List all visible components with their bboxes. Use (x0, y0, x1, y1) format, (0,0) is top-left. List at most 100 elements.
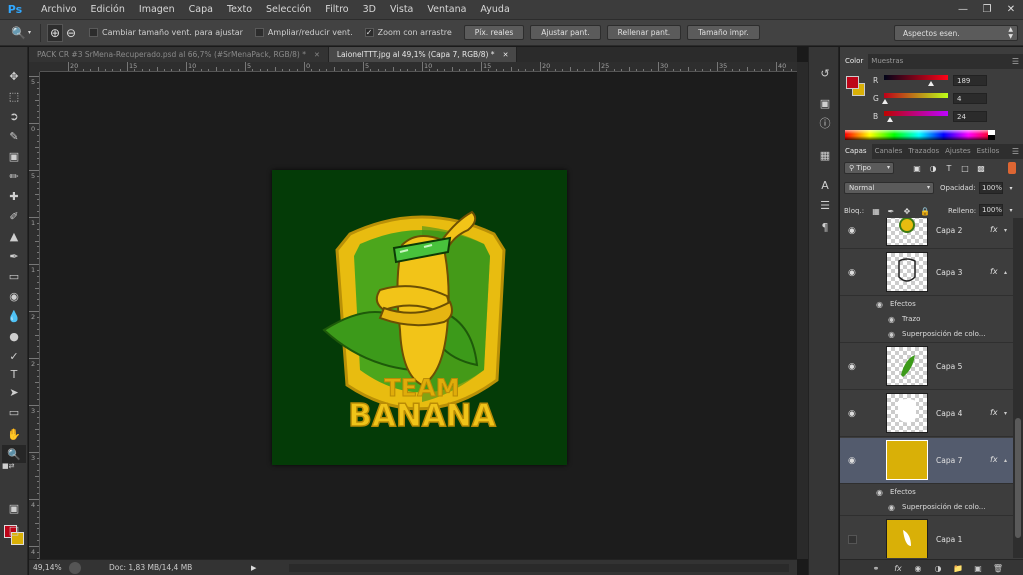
tab-pack-cr[interactable]: PACK CR #3 SrMena-Recuperado.psd al 66,7… (29, 47, 329, 62)
fill-screen-button[interactable]: Rellenar pant. (606, 25, 682, 40)
quick-selection-tool-icon[interactable]: ✎ (2, 127, 26, 145)
layer-comps-icon[interactable]: ▦ (816, 147, 834, 163)
delete-layer-icon[interactable]: 🗑 (992, 563, 1004, 573)
filter-adjustment-icon[interactable]: ◑ (928, 163, 938, 173)
layer-row[interactable]: ◉ Capa 3 fx ▴ (840, 250, 1013, 296)
add-style-icon[interactable]: fx (892, 563, 904, 573)
blur-tool-icon[interactable]: 💧 (2, 307, 26, 325)
filter-type-icon[interactable]: T (944, 163, 954, 173)
healing-brush-tool-icon[interactable]: ✚ (2, 187, 26, 205)
layer-row[interactable]: ◉ Capa 4 fx ▾ (840, 391, 1013, 437)
fx-icon[interactable]: fx (990, 267, 998, 276)
marquee-tool-icon[interactable]: ⬚ (2, 87, 26, 105)
layers-scrollbar-thumb[interactable] (1015, 418, 1021, 538)
resize-windows-checkbox-box[interactable] (89, 28, 98, 37)
expand-effects-icon[interactable]: ▾ (1004, 410, 1007, 417)
layer-name[interactable]: Capa 5 (936, 362, 962, 371)
zoom-all-windows-checkbox-box[interactable] (254, 28, 264, 37)
eye-icon[interactable]: ◉ (888, 315, 895, 324)
lasso-tool-icon[interactable]: ➲ (2, 107, 26, 125)
g-value-field[interactable]: 4 (953, 93, 987, 104)
b-value-field[interactable]: 24 (953, 111, 987, 122)
vertical-ruler[interactable]: 5 0 5 1 1 2 2 3 3 4 4 (29, 72, 40, 559)
filter-shape-icon[interactable]: □ (960, 163, 970, 173)
tab-muestras[interactable]: Muestras (868, 54, 906, 69)
filter-pixel-icon[interactable]: ▣ (912, 163, 922, 173)
history-brush-tool-icon[interactable]: ✒ (2, 247, 26, 265)
layer-row-selected[interactable]: ◉ Capa 7 fx ▴ (840, 438, 1013, 484)
fx-icon[interactable]: fx (990, 225, 998, 234)
layer-filter-select[interactable]: ⚲ Tipo ▾ (844, 162, 894, 174)
layers-scrollbar[interactable] (1013, 218, 1023, 558)
new-group-icon[interactable]: 📁 (952, 563, 964, 573)
zoom-out-icon[interactable]: ⊖ (63, 24, 79, 42)
slider-g-knob[interactable] (882, 99, 889, 104)
quick-mask-icon[interactable]: ▣ (2, 499, 26, 517)
actual-pixels-button[interactable]: Píx. reales (463, 25, 525, 40)
workspace-select[interactable]: Aspectos esen. ▲ ▼ (894, 25, 1018, 41)
opacity-field[interactable]: 100% (979, 182, 1003, 194)
new-adjustment-icon[interactable]: ◑ (932, 563, 944, 573)
scrubby-zoom-checkbox[interactable]: ✓ Zoom con arrastre (364, 28, 452, 37)
effects-group[interactable]: ◉ Efectos (840, 297, 1013, 312)
type-tool-icon[interactable]: T (2, 365, 26, 383)
eye-icon[interactable]: ◉ (876, 488, 883, 497)
zoom-level-field[interactable]: 49,14% (29, 563, 62, 572)
blend-mode-select[interactable]: Normal ▾ (844, 182, 934, 194)
vertical-scrollbar[interactable] (797, 62, 808, 559)
resize-windows-checkbox[interactable]: Cambiar tamaño vent. para ajustar (89, 28, 243, 37)
r-value-field[interactable]: 189 (953, 75, 987, 86)
effects-group[interactable]: ◉ Efectos (840, 485, 1013, 500)
slider-g[interactable] (884, 93, 948, 98)
menu-imagen[interactable]: Imagen (132, 0, 182, 19)
panel-menu-icon[interactable]: ☰ (1012, 57, 1019, 66)
close-icon[interactable]: ✕ (999, 0, 1023, 19)
menu-texto[interactable]: Texto (220, 0, 259, 19)
lock-position-icon[interactable]: ✥ (902, 206, 912, 216)
default-colors-icon[interactable]: ■⇄ (2, 461, 26, 471)
menu-seleccion[interactable]: Selección (259, 0, 318, 19)
eye-icon[interactable]: ◉ (848, 227, 858, 236)
eye-icon[interactable]: ◉ (848, 363, 858, 372)
menu-vista[interactable]: Vista (383, 0, 420, 19)
ruler-origin[interactable] (29, 62, 40, 72)
status-info-icon[interactable] (69, 561, 81, 574)
menu-edicion[interactable]: Edición (84, 0, 132, 19)
hand-tool-icon[interactable]: ✋ (2, 425, 26, 443)
layer-name[interactable]: Capa 2 (936, 226, 962, 235)
scrubby-zoom-checkbox-box[interactable]: ✓ (364, 28, 374, 37)
black-white-swatch[interactable] (988, 130, 995, 140)
brush-tool-icon[interactable]: ✐ (2, 207, 26, 225)
crop-tool-icon[interactable]: ▣ (2, 147, 26, 165)
eye-icon[interactable]: ◉ (848, 410, 858, 419)
character-panel-icon[interactable]: A (816, 177, 834, 193)
expand-effects-icon[interactable]: ▴ (1004, 457, 1007, 464)
pen-tool-icon[interactable]: ✓ (2, 347, 26, 365)
layer-row[interactable]: ◉ Capa 5 (840, 344, 1013, 390)
layer-name[interactable]: Capa 7 (936, 456, 962, 465)
tab-estilos[interactable]: Estilos (974, 144, 1003, 159)
layer-name[interactable]: Capa 4 (936, 409, 962, 418)
menu-filtro[interactable]: Filtro (318, 0, 355, 19)
brush-panel-icon[interactable]: ☰ (816, 197, 834, 213)
tab-capas[interactable]: Capas (840, 144, 872, 159)
new-layer-icon[interactable]: ▣ (972, 563, 984, 573)
link-layers-icon[interactable]: ⚭ (870, 563, 882, 573)
slider-r[interactable] (884, 75, 948, 80)
fill-dropdown-icon[interactable]: ▾ (1006, 205, 1016, 215)
restore-icon[interactable]: ❐ (975, 0, 999, 19)
lock-pixels-icon[interactable]: ✒ (886, 206, 896, 216)
horizontal-scrollbar[interactable] (289, 564, 789, 572)
layer-name[interactable]: Capa 1 (936, 535, 962, 544)
layer-name[interactable]: Capa 3 (936, 268, 962, 277)
minimize-icon[interactable]: — (951, 0, 975, 19)
eye-icon[interactable]: ◉ (888, 330, 895, 339)
menu-archivo[interactable]: Archivo (34, 0, 84, 19)
path-selection-tool-icon[interactable]: ➤ (2, 383, 26, 401)
tab-ajustes[interactable]: Ajustes (942, 144, 974, 159)
clone-stamp-tool-icon[interactable]: ▲ (2, 227, 26, 245)
lock-all-icon[interactable]: 🔒 (920, 206, 930, 216)
panel-menu-icon[interactable]: ☰ (1012, 147, 1019, 156)
visibility-toggle-off[interactable] (848, 535, 857, 544)
eye-icon[interactable]: ◉ (848, 269, 858, 278)
